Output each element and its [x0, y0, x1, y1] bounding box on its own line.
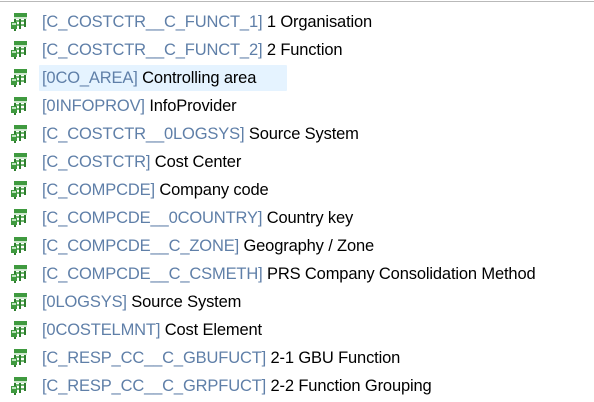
- characteristic-icon: [10, 124, 30, 144]
- description: Controlling area: [142, 69, 257, 87]
- tree-item[interactable]: [C_COMPCDE__C_ZONE] Geography / Zone: [0, 232, 594, 260]
- characteristic-icon: [10, 376, 30, 396]
- tree-item-label: [C_COSTCTR] Cost Center: [42, 152, 241, 172]
- tree-item-label: [C_COMPCDE__C_ZONE] Geography / Zone: [42, 236, 374, 256]
- characteristic-icon: [10, 208, 30, 228]
- tree-item-label: [0INFOPROV] InfoProvider: [42, 96, 237, 116]
- technical-name: [0COSTELMNT]: [42, 321, 161, 339]
- technical-name: [C_RESP_CC__C_GBUFUCT]: [42, 349, 267, 367]
- tree-item-label: [C_RESP_CC__C_GRPFUCT] 2-2 Function Grou…: [42, 376, 432, 396]
- description: Company code: [159, 181, 269, 199]
- characteristic-icon: [10, 180, 30, 200]
- characteristic-icon: [10, 236, 30, 256]
- tree-item-label: [C_COMPCDE__C_CSMETH] PRS Company Consol…: [42, 264, 536, 284]
- description: Source System: [131, 293, 242, 311]
- top-border: [0, 1, 594, 2]
- tree-item[interactable]: [0LOGSYS] Source System: [0, 288, 594, 316]
- characteristic-icon: [10, 292, 30, 312]
- technical-name: [C_COSTCTR]: [42, 153, 151, 171]
- characteristics-tree: [C_COSTCTR__C_FUNCT_1] 1 Organisation [C…: [0, 8, 594, 400]
- description: 2 Function: [266, 41, 343, 59]
- characteristic-icon: [10, 152, 30, 172]
- tree-item-label: [C_COSTCTR__0LOGSYS] Source System: [42, 124, 359, 144]
- description: Cost Center: [154, 153, 242, 171]
- tree-item-label: [C_COMPCDE] Company code: [42, 180, 269, 200]
- tree-item[interactable]: [C_COSTCTR] Cost Center: [0, 148, 594, 176]
- tree-item[interactable]: [0INFOPROV] InfoProvider: [0, 92, 594, 120]
- technical-name: [C_COMPCDE]: [42, 181, 155, 199]
- description: 1 Organisation: [266, 13, 373, 31]
- characteristic-icon: [10, 96, 30, 116]
- tree-item[interactable]: [C_COMPCDE] Company code: [0, 176, 594, 204]
- tree-item-label: [C_RESP_CC__C_GBUFUCT] 2-1 GBU Function: [42, 348, 400, 368]
- tree-item[interactable]: [C_RESP_CC__C_GBUFUCT] 2-1 GBU Function: [0, 344, 594, 372]
- tree-item-label: [0CO_AREA] Controlling area: [42, 68, 256, 88]
- tree-item[interactable]: [C_COMPCDE__0COUNTRY] Country key: [0, 204, 594, 232]
- characteristic-icon: [10, 68, 30, 88]
- technical-name: [0INFOPROV]: [42, 97, 145, 115]
- technical-name: [C_COSTCTR__C_FUNCT_1]: [42, 13, 263, 31]
- technical-name: [0CO_AREA]: [42, 69, 138, 87]
- technical-name: [C_COSTCTR__C_FUNCT_2]: [42, 41, 263, 59]
- technical-name: [C_COSTCTR__0LOGSYS]: [42, 125, 245, 143]
- tree-item[interactable]: [C_COMPCDE__C_CSMETH] PRS Company Consol…: [0, 260, 594, 288]
- tree-item[interactable]: [C_RESP_CC__C_GRPFUCT] 2-2 Function Grou…: [0, 372, 594, 400]
- description: 2-2 Function Grouping: [270, 377, 432, 395]
- technical-name: [C_COMPCDE__C_CSMETH]: [42, 265, 263, 283]
- description: PRS Company Consolidation Method: [267, 265, 536, 283]
- description: 2-1 GBU Function: [270, 349, 401, 367]
- tree-item-label: [C_COSTCTR__C_FUNCT_2] 2 Function: [42, 40, 343, 60]
- tree-item-label: [0LOGSYS] Source System: [42, 292, 241, 312]
- tree-item-label: [C_COSTCTR__C_FUNCT_1] 1 Organisation: [42, 12, 372, 32]
- tree-item[interactable]: [C_COSTCTR__0LOGSYS] Source System: [0, 120, 594, 148]
- characteristic-icon: [10, 264, 30, 284]
- tree-item[interactable]: [C_COSTCTR__C_FUNCT_2] 2 Function: [0, 36, 594, 64]
- description: Country key: [266, 209, 354, 227]
- description: Cost Element: [164, 321, 262, 339]
- tree-item-label: [0COSTELMNT] Cost Element: [42, 320, 262, 340]
- technical-name: [C_COMPCDE__0COUNTRY]: [42, 209, 263, 227]
- technical-name: [0LOGSYS]: [42, 293, 127, 311]
- technical-name: [C_RESP_CC__C_GRPFUCT]: [42, 377, 267, 395]
- tree-item-label: [C_COMPCDE__0COUNTRY] Country key: [42, 208, 353, 228]
- tree-item[interactable]: [0COSTELMNT] Cost Element: [0, 316, 594, 344]
- description: Source System: [248, 125, 359, 143]
- tree-item[interactable]: [C_COSTCTR__C_FUNCT_1] 1 Organisation: [0, 8, 594, 36]
- technical-name: [C_COMPCDE__C_ZONE]: [42, 237, 240, 255]
- characteristic-icon: [10, 320, 30, 340]
- characteristic-icon: [10, 40, 30, 60]
- characteristic-icon: [10, 348, 30, 368]
- description: InfoProvider: [149, 97, 237, 115]
- tree-item[interactable]: [0CO_AREA] Controlling area: [0, 64, 594, 92]
- description: Geography / Zone: [243, 237, 375, 255]
- characteristic-icon: [10, 12, 30, 32]
